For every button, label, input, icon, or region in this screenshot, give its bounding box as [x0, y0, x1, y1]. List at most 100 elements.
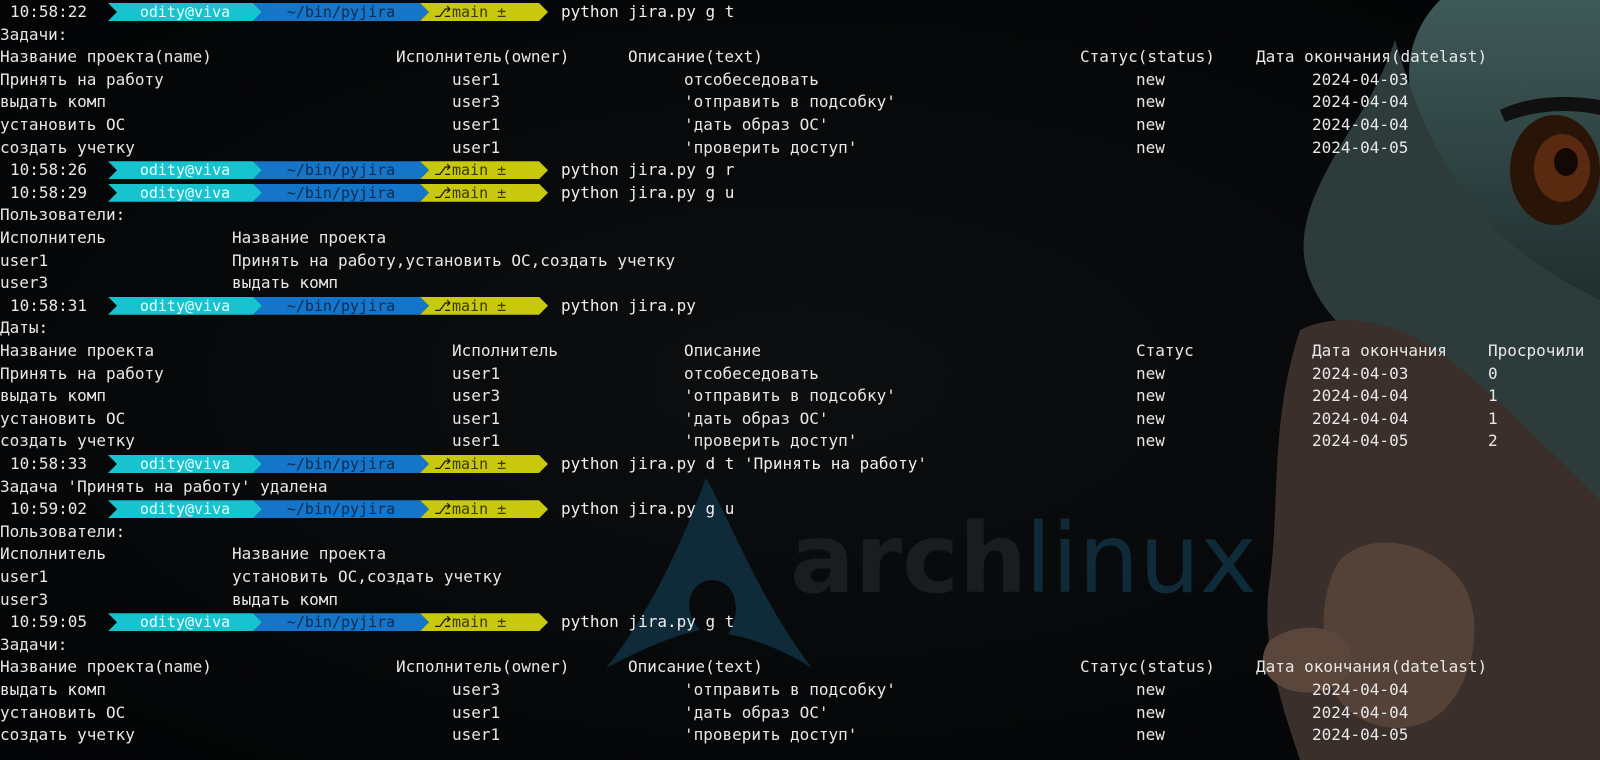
prompt-line: 10:58:29 odity@viva ~/bin/pyjira ⎇ main ± pyt…	[0, 181, 1600, 204]
prompt-time: 10:58:29	[10, 182, 88, 202]
output-cell: user1	[452, 725, 501, 745]
output-cell: 'дать образ ОС'	[684, 702, 829, 722]
output-cell: 2024-04-04	[1312, 408, 1409, 428]
output-line: Задача 'Принять на работу' удалена	[0, 475, 1600, 498]
git-branch-label: main ±	[452, 455, 507, 473]
git-branch-label: main ±	[452, 613, 507, 632]
output-cell: отсобеседовать	[684, 69, 819, 89]
output-cell: Дата окончания(datelast)	[1256, 657, 1488, 677]
output-cell: 2024-04-04	[1312, 92, 1409, 112]
output-cell: Просрочили	[1488, 341, 1585, 360]
git-branch-icon: ⎇	[434, 613, 452, 632]
git-branch-icon: ⎇	[434, 161, 452, 180]
output-cell: Задача 'Принять на работу' удалена	[0, 476, 328, 496]
git-branch-label: main ±	[452, 500, 507, 519]
output-line: установить ОС user1 'дать образ ОС' new 2024…	[0, 113, 1600, 136]
output-cell: Описание	[684, 341, 762, 360]
git-branch-icon: ⎇	[434, 500, 452, 519]
output-cell: создать учетку	[0, 725, 135, 745]
prompt-time: 10:58:26	[10, 160, 88, 180]
output-cell: new	[1136, 363, 1165, 383]
output-cell: Дата окончания	[1312, 341, 1447, 360]
output-cell: выдать комп	[0, 680, 106, 699]
output-cell: new	[1136, 680, 1165, 699]
prompt-path-segment: ~/bin/pyjira	[253, 613, 429, 631]
output-cell: Название проекта	[0, 341, 155, 360]
prompt-path-segment: ~/bin/pyjira	[253, 455, 429, 473]
command-text: python jira.py g t	[561, 2, 735, 21]
prompt-git-segment: ⎇ main ±	[420, 500, 548, 518]
output-line: Исполнитель Название проекта	[0, 542, 1600, 565]
output-cell: new	[1136, 69, 1165, 89]
prompt-line: 10:59:02 odity@viva ~/bin/pyjira ⎇ main ± pyt…	[0, 497, 1600, 520]
output-cell: Пользователи:	[0, 205, 126, 225]
output-cell: Принять на работу	[0, 69, 164, 89]
output-cell: Название проекта(name)	[0, 47, 212, 67]
output-cell: user3	[452, 92, 501, 112]
prompt-time: 10:59:05	[10, 612, 88, 632]
output-cell: установить ОС	[0, 702, 126, 722]
output-cell: Задачи:	[0, 634, 68, 654]
output-line: Принять на работу user1 отсобеседовать new 2…	[0, 68, 1600, 91]
output-cell: создать учетку	[0, 137, 135, 157]
output-cell: установить ОС	[0, 115, 126, 134]
output-cell: Описание(text)	[628, 47, 763, 67]
prompt-time: 10:58:31	[10, 295, 88, 315]
prompt-user-segment: odity@viva	[108, 3, 262, 21]
output-cell: Статус	[1136, 341, 1194, 360]
output-cell: new	[1136, 702, 1165, 722]
prompt-time: 10:59:02	[10, 499, 88, 519]
prompt-git-segment: ⎇ main ±	[420, 3, 548, 21]
output-cell: 2024-04-04	[1312, 386, 1409, 406]
output-line: Даты:	[0, 316, 1600, 339]
command-text: python jira.py g u	[561, 499, 735, 519]
prompt-time: 10:58:22	[10, 2, 88, 21]
prompt-git-segment: ⎇ main ±	[420, 184, 548, 202]
git-branch-icon: ⎇	[434, 455, 452, 473]
command-text: python jira.py d t 'Принять на работу'	[561, 454, 928, 473]
prompt-line: 10:58:33 odity@viva ~/bin/pyjira ⎇ main ± pyt…	[0, 452, 1600, 475]
output-cell: 2024-04-04	[1312, 115, 1409, 134]
output-cell: выдать комп	[232, 273, 338, 293]
prompt-path-segment: ~/bin/pyjira	[253, 184, 429, 202]
output-line: user1 установить ОС,создать учетку	[0, 565, 1600, 588]
output-cell: установить ОС,создать учетку	[232, 567, 502, 586]
output-cell: создать учетку	[0, 431, 135, 451]
output-cell: 2024-04-03	[1312, 363, 1409, 383]
terminal[interactable]: 10:58:22 odity@viva ~/bin/pyjira ⎇ main ± pyt…	[0, 0, 1600, 760]
command-text: python jira.py g t	[561, 612, 735, 632]
output-cell: user1	[452, 115, 501, 134]
prompt-git-segment: ⎇ main ±	[420, 613, 548, 631]
output-line: создать учетку user1 'проверить доступ' new…	[0, 136, 1600, 159]
prompt-path-segment: ~/bin/pyjira	[253, 500, 429, 518]
git-branch-label: main ±	[452, 183, 507, 202]
output-cell: Название проекта	[232, 228, 387, 247]
output-cell: new	[1136, 725, 1165, 745]
output-line: Исполнитель Название проекта	[0, 226, 1600, 249]
output-cell: 2024-04-05	[1312, 431, 1409, 451]
prompt-git-segment: ⎇ main ±	[420, 161, 548, 179]
output-line: Пользователи:	[0, 520, 1600, 543]
output-line: Название проекта Исполнитель Описание Стату…	[0, 339, 1600, 362]
output-cell: user1	[0, 250, 49, 270]
output-cell: установить ОС	[0, 408, 126, 428]
output-cell: 1	[1488, 408, 1498, 428]
output-cell: Исполнитель	[452, 341, 558, 360]
output-cell: user1	[452, 702, 501, 722]
output-line: Принять на работу user1 отсобеседовать new 2…	[0, 362, 1600, 385]
output-line: Название проекта(name) Исполнитель(owner)…	[0, 45, 1600, 68]
output-cell: Статус(status)	[1080, 47, 1215, 67]
output-cell: 'отправить в подсобку'	[684, 386, 896, 406]
output-cell: 1	[1488, 386, 1498, 406]
output-cell: Исполнитель(owner)	[396, 657, 570, 677]
git-branch-icon: ⎇	[434, 3, 452, 21]
output-cell: Статус(status)	[1080, 657, 1215, 677]
prompt-line: 10:58:26 odity@viva ~/bin/pyjira ⎇ main ± pyt…	[0, 158, 1600, 181]
output-cell: Пользователи:	[0, 521, 126, 541]
output-cell: 2024-04-05	[1312, 137, 1409, 157]
output-cell: user1	[452, 137, 501, 157]
output-cell: 'отправить в подсобку'	[684, 92, 896, 112]
prompt-user-segment: odity@viva	[108, 500, 262, 518]
output-line: Задачи:	[0, 633, 1600, 656]
prompt-user-segment: odity@viva	[108, 455, 262, 473]
